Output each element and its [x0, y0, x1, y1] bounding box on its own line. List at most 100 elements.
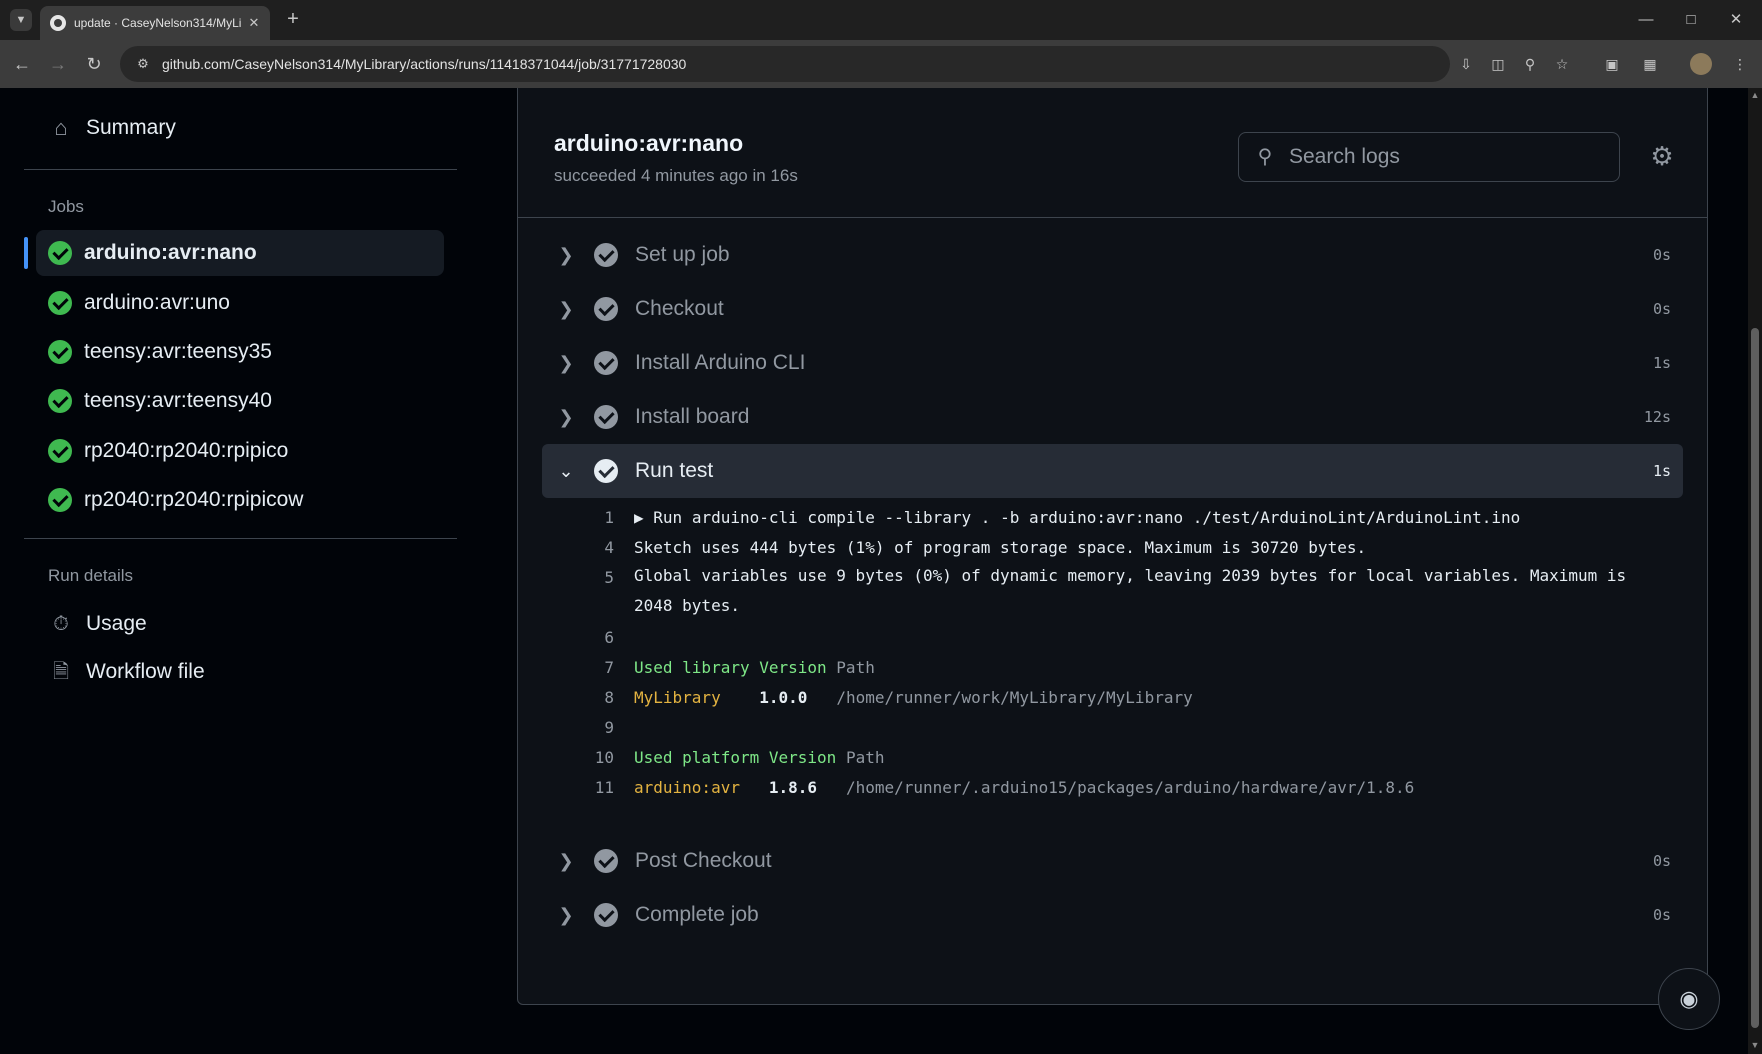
step-label: Install board — [635, 405, 750, 428]
step-duration: 0s — [1652, 852, 1671, 870]
log-header-text: Used platform Version — [634, 748, 837, 767]
workflow-file-label: Workflow file — [86, 660, 205, 683]
sidebar-workflow-file-link[interactable]: 🗎 Workflow file — [48, 654, 205, 690]
success-check-icon — [48, 488, 72, 512]
browser-tab-active[interactable]: update · CaseyNelson314/MyLi ✕ — [40, 6, 270, 40]
cast-icon[interactable]: ▣ — [1600, 52, 1624, 76]
step-label: Complete job — [635, 903, 759, 926]
step-complete-job[interactable]: ❯ Complete job 0s — [542, 888, 1683, 942]
job-title: arduino:avr:nano — [554, 130, 744, 156]
translate-icon[interactable]: ◫ — [1486, 52, 1510, 76]
sidebar-job-arduino-avr-nano[interactable]: arduino:avr:nano — [24, 230, 444, 276]
log-line: 6 — [542, 628, 1683, 658]
sidebar-job-arduino-avr-uno[interactable]: arduino:avr:uno — [36, 280, 444, 326]
step-set-up-job[interactable]: ❯ Set up job 0s — [542, 228, 1683, 282]
scroll-down-icon[interactable]: ▼ — [1750, 1040, 1760, 1050]
job-header: arduino:avr:nano succeeded 4 minutes ago… — [518, 88, 1707, 218]
job-label: arduino:avr:nano — [84, 241, 257, 264]
step-duration: 1s — [1652, 354, 1671, 372]
new-tab-icon[interactable]: + — [281, 8, 305, 32]
log-line: 5 Global variables use 9 bytes (0%) of d… — [542, 566, 1683, 628]
gear-icon[interactable]: ⚙ — [1646, 140, 1678, 172]
log-line: 8 MyLibrary 1.0.0 /home/runner/work/MyLi… — [542, 688, 1683, 718]
job-log-panel: arduino:avr:nano succeeded 4 minutes ago… — [517, 88, 1708, 1005]
step-check-icon — [594, 405, 618, 429]
line-number: 8 — [604, 688, 614, 707]
zoom-icon[interactable]: ⚲ — [1518, 52, 1542, 76]
library-path: /home/runner/work/MyLibrary/MyLibrary — [836, 688, 1193, 707]
minimize-icon[interactable]: — — [1626, 8, 1666, 32]
sidebar-job-rpipicow[interactable]: rp2040:rp2040:rpipicow — [36, 477, 444, 523]
github-favicon-icon — [50, 15, 66, 31]
step-label: Checkout — [635, 297, 724, 320]
chevron-down-icon: ⌄ — [558, 460, 574, 481]
step-duration: 12s — [1643, 408, 1671, 426]
menu-kebab-icon[interactable]: ⋮ — [1728, 52, 1752, 76]
step-duration: 0s — [1652, 246, 1671, 264]
job-status: succeeded 4 minutes ago in 16s — [554, 166, 798, 185]
step-check-icon — [594, 297, 618, 321]
success-check-icon — [48, 389, 72, 413]
sidebar-summary-link[interactable]: ⌂ Summary — [48, 108, 176, 148]
search-logs-input[interactable]: ⚲ Search logs — [1238, 132, 1620, 182]
tab-title: update · CaseyNelson314/MyLi — [74, 16, 242, 30]
step-check-icon — [594, 351, 618, 375]
sidebar-divider — [24, 538, 457, 539]
back-icon[interactable]: ← — [10, 52, 34, 76]
step-run-test[interactable]: ⌄ Run test 1s — [542, 444, 1683, 498]
log-header-path: Path — [845, 748, 885, 767]
job-label: rp2040:rp2040:rpipico — [84, 439, 289, 462]
jobs-heading: Jobs — [48, 197, 84, 216]
log-line: 7 Used library Version Path — [542, 658, 1683, 688]
step-duration: 0s — [1652, 906, 1671, 924]
step-duration: 0s — [1652, 300, 1671, 318]
sidebar-job-teensy40[interactable]: teensy:avr:teensy40 — [36, 378, 444, 424]
sidebar-job-teensy35[interactable]: teensy:avr:teensy35 — [36, 329, 444, 375]
platform-name: arduino:avr — [634, 778, 740, 797]
tab-search-icon[interactable]: ▼ — [10, 9, 32, 31]
scroll-up-icon[interactable]: ▲ — [1750, 90, 1760, 100]
job-label: rp2040:rp2040:rpipicow — [84, 488, 304, 511]
sidebar-usage-link[interactable]: ⏱ Usage — [48, 606, 147, 642]
maximize-icon[interactable]: □ — [1671, 8, 1711, 32]
install-app-icon[interactable]: ⇩ — [1454, 52, 1478, 76]
forward-icon[interactable]: → — [46, 52, 70, 76]
reload-icon[interactable]: ↻ — [82, 52, 106, 76]
line-number: 1 — [604, 508, 614, 527]
profile-avatar[interactable] — [1690, 53, 1712, 75]
step-install-arduino-cli[interactable]: ❯ Install Arduino CLI 1s — [542, 336, 1683, 390]
step-post-checkout[interactable]: ❯ Post Checkout 0s — [542, 834, 1683, 888]
page-scrollbar[interactable]: ▲ ▼ — [1748, 88, 1762, 1054]
line-number: 4 — [604, 538, 614, 557]
tab-close-icon[interactable]: ✕ — [246, 15, 262, 31]
line-number: 9 — [604, 718, 614, 737]
step-check-icon — [594, 459, 618, 483]
browser-tab-bar: ▼ update · CaseyNelson314/MyLi ✕ + — □ ✕ — [0, 0, 1762, 40]
window-close-icon[interactable]: ✕ — [1716, 8, 1756, 32]
scroll-thumb[interactable] — [1751, 328, 1759, 1028]
log-line: 9 — [542, 718, 1683, 748]
file-code-icon: 🗎 — [52, 661, 70, 683]
success-check-icon — [48, 241, 72, 265]
run-details-heading: Run details — [48, 566, 134, 585]
line-number: 11 — [594, 778, 614, 797]
sidebar-job-rpipico[interactable]: rp2040:rp2040:rpipico — [36, 428, 444, 474]
address-bar[interactable]: ⚙ github.com/CaseyNelson314/MyLibrary/ac… — [120, 46, 1450, 82]
line-number: 10 — [594, 748, 614, 767]
step-install-board[interactable]: ❯ Install board 12s — [542, 390, 1683, 444]
bookmark-star-icon[interactable]: ☆ — [1550, 52, 1574, 76]
step-check-icon — [594, 849, 618, 873]
github-actions-page: ⌂ Summary Jobs arduino:avr:nano arduino:… — [0, 88, 1762, 1054]
platform-path: /home/runner/.arduino15/packages/arduino… — [845, 778, 1415, 797]
extensions-icon[interactable]: ▦ — [1638, 52, 1662, 76]
site-info-icon[interactable]: ⚙ — [132, 53, 154, 75]
log-text: Global variables use 9 bytes (0%) of dyn… — [634, 566, 1627, 615]
log-line[interactable]: 1 ▶ Run arduino-cli compile --library . … — [542, 508, 1683, 538]
log-line: 11 arduino:avr 1.8.6 /home/runner/.ardui… — [542, 778, 1683, 808]
step-checkout[interactable]: ❯ Checkout 0s — [542, 282, 1683, 336]
expand-triangle-icon[interactable]: ▶ — [634, 508, 644, 527]
log-header-path: Path — [836, 658, 875, 677]
sidebar-divider — [24, 169, 457, 170]
success-check-icon — [48, 291, 72, 315]
copilot-icon[interactable]: ◉ — [1658, 968, 1720, 1030]
